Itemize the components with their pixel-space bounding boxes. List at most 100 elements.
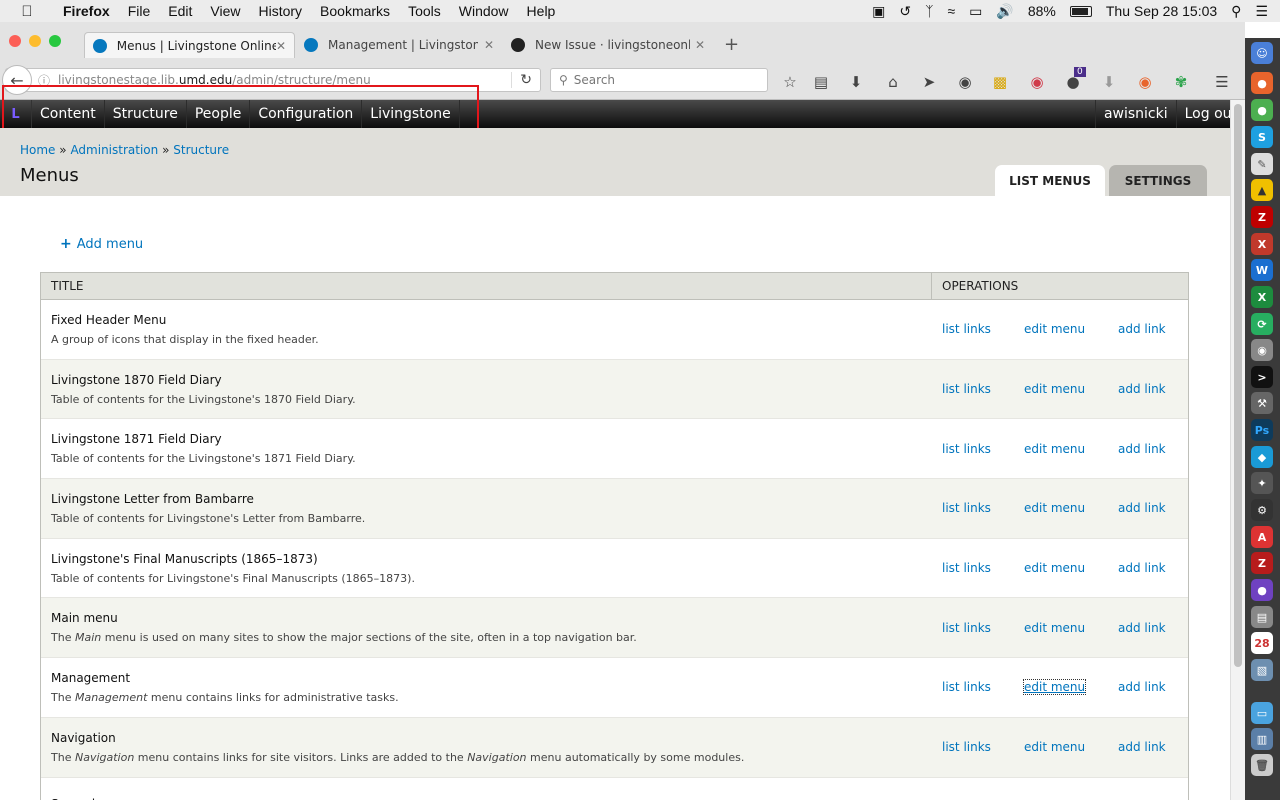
add-link-link[interactable]: add link (1118, 680, 1166, 694)
info-icon[interactable]: ⓘ (38, 72, 50, 89)
minimize-window-button[interactable] (29, 35, 41, 47)
battery-icon[interactable] (1069, 5, 1092, 17)
close-tab-icon[interactable]: ✕ (276, 39, 286, 53)
excel-icon[interactable]: X (1251, 286, 1273, 308)
add-menu-button[interactable]: + Add menu (60, 236, 143, 252)
reading-list-icon[interactable]: ▤ (811, 73, 831, 91)
bookmark-star-icon[interactable]: ☆ (780, 73, 800, 91)
edit-menu-link[interactable]: edit menu (1024, 442, 1085, 456)
scrollbar[interactable] (1230, 100, 1245, 800)
list-links-link[interactable]: list links (942, 680, 1024, 694)
airplay-icon[interactable]: ▭ (969, 3, 982, 20)
skype-icon[interactable]: S (1251, 126, 1273, 148)
menu-bookmarks[interactable]: Bookmarks (311, 3, 399, 19)
download-icon[interactable]: ⬇ (846, 73, 866, 91)
edit-menu-link[interactable]: edit menu (1022, 679, 1087, 696)
spotlight-icon[interactable]: ⚲ (1231, 3, 1241, 20)
scrollbar-thumb[interactable] (1234, 104, 1242, 667)
tab-new-issue[interactable]: New Issue · livingstoneonline/ ✕ (503, 32, 713, 58)
add-link-link[interactable]: add link (1118, 621, 1166, 635)
list-links-link[interactable]: list links (942, 382, 1024, 396)
menu-help[interactable]: Help (518, 3, 565, 19)
toolbar-user[interactable]: awisnicki (1094, 100, 1176, 128)
search-input[interactable]: ⚲ Search (550, 68, 768, 92)
folder-icon[interactable]: ▭ (1251, 702, 1273, 724)
applications-icon[interactable]: ▥ (1251, 728, 1273, 750)
battery-percent[interactable]: 88% (1028, 3, 1056, 19)
menu-window[interactable]: Window (450, 3, 518, 19)
sync-icon[interactable]: ◉ (955, 73, 975, 91)
hamburger-menu-icon[interactable]: ☰ (1212, 73, 1232, 91)
word-icon[interactable]: W (1251, 259, 1273, 281)
tools-icon[interactable]: ⚒ (1251, 392, 1273, 414)
github-desktop-icon[interactable]: ● (1251, 579, 1273, 601)
add-link-link[interactable]: add link (1118, 442, 1166, 456)
menu-history[interactable]: History (249, 3, 311, 19)
breadcrumb-home[interactable]: Home (20, 143, 55, 157)
list-links-link[interactable]: list links (942, 322, 1024, 336)
toolbar-item-structure[interactable]: Structure (105, 100, 187, 128)
toolbar-item-people[interactable]: People (187, 100, 251, 128)
home-icon[interactable]: ⌂ (883, 73, 903, 91)
download-manager-icon[interactable]: ⬇ (1099, 73, 1119, 91)
toolbar-item-content[interactable]: Content (32, 100, 105, 128)
send-icon[interactable]: ➤ (919, 73, 939, 91)
system-prefs-icon[interactable]: ⚙ (1251, 499, 1273, 521)
reload-icon[interactable]: ↻ (511, 72, 532, 88)
firefox-icon[interactable]: ● (1251, 72, 1273, 94)
menu-edit[interactable]: Edit (159, 3, 201, 19)
toolbar-item-configuration[interactable]: Configuration (250, 100, 363, 128)
finder-icon[interactable]: ☺ (1251, 42, 1273, 64)
edit-menu-link[interactable]: edit menu (1024, 621, 1085, 635)
wifi-icon[interactable]: ≈ (947, 3, 955, 19)
time-machine-icon[interactable]: ↺ (899, 3, 911, 20)
breadcrumb-administration[interactable]: Administration (70, 143, 158, 157)
notes-icon[interactable]: ▤ (1251, 606, 1273, 628)
preview-icon[interactable]: ▧ (1251, 659, 1273, 681)
apple-icon[interactable]:  (0, 3, 54, 20)
list-links-link[interactable]: list links (942, 740, 1024, 754)
tab-menus[interactable]: Menus | Livingstone Online ✕ (84, 32, 295, 58)
zoom-window-button[interactable] (49, 35, 61, 47)
edit-menu-link[interactable]: edit menu (1024, 382, 1085, 396)
extension-icon[interactable]: ◉ (1135, 73, 1155, 91)
network-icon[interactable]: ◉ (1251, 339, 1273, 361)
breadcrumb-structure[interactable]: Structure (173, 143, 229, 157)
sourcetree-icon[interactable]: ◆ (1251, 446, 1273, 468)
zotero-icon[interactable]: Z (1251, 552, 1273, 574)
notification-center-icon[interactable]: ☰ (1255, 3, 1268, 20)
acrobat-icon[interactable]: A (1251, 526, 1273, 548)
ghostery-icon[interactable]: ● 0 (1063, 67, 1086, 91)
new-tab-button[interactable]: + (724, 34, 739, 55)
trash-icon[interactable]: 🗑 (1251, 754, 1273, 776)
tab-settings[interactable]: SETTINGS (1109, 165, 1207, 196)
close-tab-icon[interactable]: ✕ (695, 38, 705, 52)
add-link-link[interactable]: add link (1118, 501, 1166, 515)
tab-list-menus[interactable]: LIST MENUS (995, 165, 1105, 196)
photoshop-icon[interactable]: Ps (1251, 419, 1273, 441)
add-link-link[interactable]: add link (1118, 382, 1166, 396)
edit-menu-link[interactable]: edit menu (1024, 561, 1085, 575)
shield-icon[interactable]: ▣ (872, 3, 885, 20)
menu-app-firefox[interactable]: Firefox (54, 3, 119, 19)
add-link-link[interactable]: add link (1118, 561, 1166, 575)
edit-menu-link[interactable]: edit menu (1024, 322, 1085, 336)
edit-menu-link[interactable]: edit menu (1024, 501, 1085, 515)
add-link-link[interactable]: add link (1118, 322, 1166, 336)
volume-icon[interactable]: 🔊 (996, 3, 1013, 20)
tab-management[interactable]: Management | Livingstone On ✕ (296, 32, 502, 58)
toolbar-item-livingstone[interactable]: Livingstone (362, 100, 460, 128)
textedit-icon[interactable]: ✎ (1251, 153, 1273, 175)
edit-menu-link[interactable]: edit menu (1024, 740, 1085, 754)
colorzilla-icon[interactable]: ✾ (1171, 73, 1191, 91)
terminal-icon[interactable]: > (1251, 366, 1273, 388)
menu-file[interactable]: File (119, 3, 160, 19)
back-icon[interactable]: ← (2, 65, 32, 95)
add-link-link[interactable]: add link (1118, 740, 1166, 754)
list-links-link[interactable]: list links (942, 621, 1024, 635)
gimp-icon[interactable]: ✦ (1251, 472, 1273, 494)
pocket-icon[interactable]: ◉ (1027, 73, 1047, 91)
menu-tools[interactable]: Tools (399, 3, 450, 19)
list-links-link[interactable]: list links (942, 561, 1024, 575)
url-bar[interactable]: ← ⓘ livingstonestage.lib. umd.edu/admin/s… (2, 65, 541, 95)
